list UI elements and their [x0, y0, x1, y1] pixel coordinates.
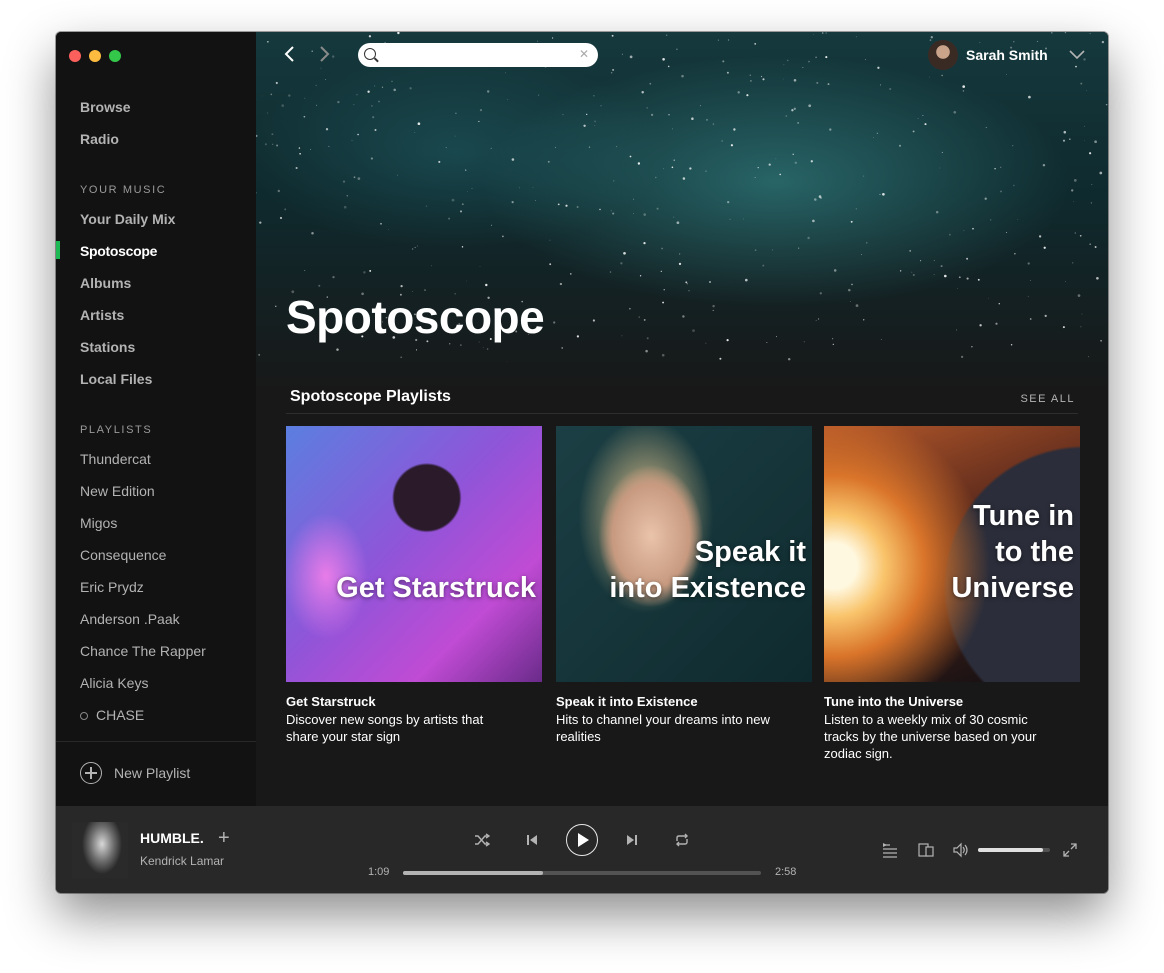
playlist-label: CHASE: [96, 707, 145, 723]
sidebar-item-albums[interactable]: Albums: [80, 275, 131, 291]
sidebar: Browse Radio YOUR MUSIC Your Daily Mix S…: [56, 32, 256, 806]
nav-radio[interactable]: Radio: [80, 131, 119, 147]
sidebar-item-artists[interactable]: Artists: [80, 307, 124, 323]
card-description: Hits to channel your dreams into new rea…: [556, 712, 770, 744]
playlist-cover-image[interactable]: Get Starstruck: [286, 426, 542, 682]
progress-fill: [403, 871, 543, 875]
scroll-fade: [56, 722, 256, 742]
queue-icon[interactable]: [882, 842, 898, 858]
collaborative-dot-icon: [80, 712, 88, 721]
playlist-cover-image[interactable]: Tune in to the Universe: [824, 426, 1080, 682]
divider: [286, 413, 1078, 414]
playlist-item[interactable]: Eric Prydz: [80, 579, 144, 595]
playlist-item[interactable]: Alicia Keys: [80, 675, 148, 691]
clear-search-icon[interactable]: ✕: [579, 47, 589, 61]
playlist-item[interactable]: Consequence: [80, 547, 166, 563]
volume-fill: [978, 848, 1043, 852]
volume-icon[interactable]: [953, 842, 969, 858]
your-music-heading: YOUR MUSIC: [80, 184, 167, 196]
playlist-item[interactable]: Migos: [80, 515, 117, 531]
playlist-item[interactable]: Anderson .Paak: [80, 611, 180, 627]
close-window-button[interactable]: [69, 50, 81, 62]
sidebar-footer: New Playlist: [56, 741, 256, 807]
card-description: Discover new songs by artists that share…: [286, 712, 484, 744]
sidebar-item-local-files[interactable]: Local Files: [80, 371, 152, 387]
sidebar-item-spotoscope[interactable]: Spotoscope: [80, 243, 157, 259]
zoom-window-button[interactable]: [109, 50, 121, 62]
playlist-cover-image[interactable]: Speak it into Existence: [556, 426, 812, 682]
card-title[interactable]: Speak it into Existence: [556, 694, 812, 709]
devices-icon[interactable]: [918, 842, 934, 858]
cover-title: Speak it into Existence: [609, 536, 806, 604]
fullscreen-icon[interactable]: [1062, 842, 1078, 858]
add-to-library-button[interactable]: +: [218, 828, 230, 848]
new-playlist-label: New Playlist: [114, 765, 191, 781]
track-title[interactable]: HUMBLE.: [140, 830, 204, 846]
plus-circle-icon: [80, 762, 102, 784]
card-description: Listen to a weekly mix of 30 cosmic trac…: [824, 712, 1037, 761]
playlists-heading: PLAYLISTS: [80, 424, 153, 436]
playlist-item-chase[interactable]: CHASE: [80, 707, 144, 723]
next-track-icon[interactable]: [624, 832, 640, 848]
window-controls: [69, 50, 121, 62]
playlist-item[interactable]: Chance The Rapper: [80, 643, 206, 659]
section-title: Spotoscope Playlists: [290, 388, 451, 405]
playlist-item[interactable]: Thundercat: [80, 451, 151, 467]
active-indicator: [56, 241, 60, 259]
main-view: Spotoscope ✕ Sarah Smith Spotoscope Play…: [256, 32, 1108, 806]
now-playing-bar: HUMBLE. + Kendrick Lamar 1:09 2:58: [56, 806, 1108, 893]
search-bar[interactable]: ✕: [358, 43, 598, 67]
back-arrow-icon[interactable]: [280, 44, 300, 64]
volume-slider[interactable]: [978, 848, 1050, 852]
sidebar-item-stations[interactable]: Stations: [80, 339, 135, 355]
cover-title: Tune in to the Universe: [951, 500, 1074, 604]
playlist-card-speak-it[interactable]: Speak it into Existence Speak it into Exi…: [556, 426, 812, 745]
search-input[interactable]: [382, 46, 576, 66]
user-name[interactable]: Sarah Smith: [966, 47, 1048, 63]
chevron-down-icon[interactable]: [1068, 46, 1086, 64]
playlist-card-tune-in[interactable]: Tune in to the Universe Tune into the Univ…: [824, 426, 1080, 762]
playlist-item[interactable]: New Edition: [80, 483, 155, 499]
new-playlist-button[interactable]: New Playlist: [80, 762, 190, 784]
avatar[interactable]: [928, 40, 958, 70]
progress-bar[interactable]: [403, 871, 761, 875]
play-button[interactable]: [566, 824, 598, 856]
shuffle-icon[interactable]: [474, 832, 490, 848]
total-time: 2:58: [775, 866, 797, 878]
see-all-link[interactable]: SEE ALL: [1020, 393, 1075, 405]
hero-banner: Spotoscope: [256, 32, 1108, 392]
repeat-icon[interactable]: [674, 832, 690, 848]
minimize-window-button[interactable]: [89, 50, 101, 62]
nav-browse[interactable]: Browse: [80, 99, 131, 115]
search-icon: [364, 48, 376, 60]
forward-arrow-icon[interactable]: [314, 44, 334, 64]
track-artist[interactable]: Kendrick Lamar: [140, 854, 224, 868]
page-title: Spotoscope: [286, 291, 545, 343]
elapsed-time: 1:09: [368, 866, 390, 878]
card-title[interactable]: Get Starstruck: [286, 694, 542, 709]
album-art[interactable]: [72, 822, 128, 878]
card-title[interactable]: Tune into the Universe: [824, 694, 1080, 709]
cover-title: Get Starstruck: [336, 572, 536, 604]
playlist-card-starstruck[interactable]: Get Starstruck Get Starstruck Discover n…: [286, 426, 542, 745]
sidebar-item-daily-mix[interactable]: Your Daily Mix: [80, 211, 175, 227]
previous-track-icon[interactable]: [524, 832, 540, 848]
spotify-window: Browse Radio YOUR MUSIC Your Daily Mix S…: [56, 32, 1108, 893]
